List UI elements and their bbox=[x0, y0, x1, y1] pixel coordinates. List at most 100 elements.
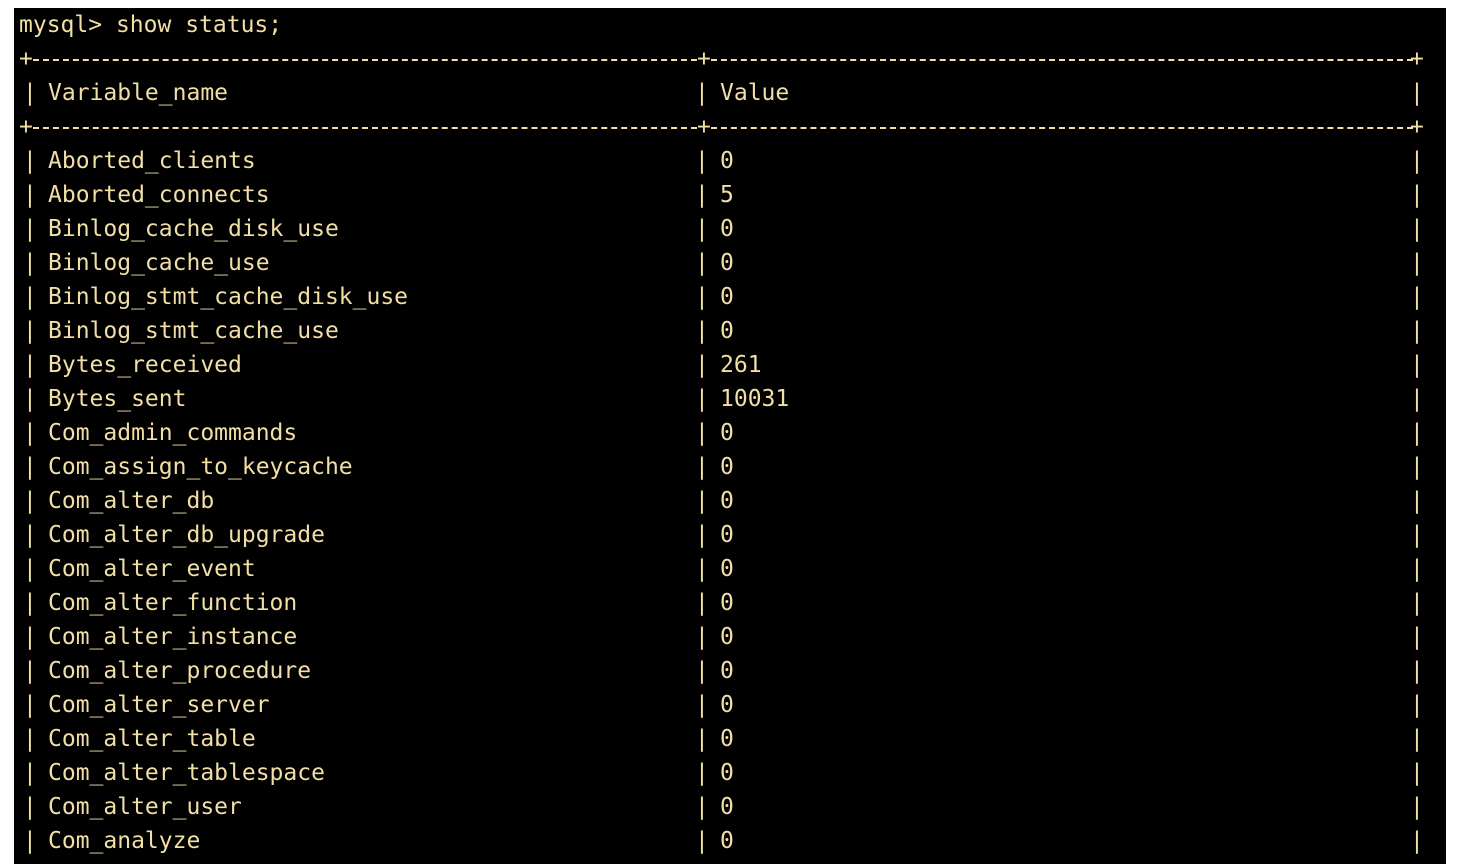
cell-separator: | bbox=[23, 556, 37, 582]
cell-separator: | bbox=[1410, 624, 1424, 650]
cell-separator: | bbox=[23, 420, 37, 446]
table-row: | Com_alter_db_upgrade | 0 | bbox=[19, 518, 1424, 552]
value-cell: 0 bbox=[720, 284, 734, 310]
table-row: | Com_alter_user | 0 | bbox=[19, 790, 1424, 824]
cell-separator: | bbox=[1410, 182, 1424, 208]
table-row: | Com_alter_function | 0 | bbox=[19, 586, 1424, 620]
value-cell: 0 bbox=[720, 760, 734, 786]
cell-separator: | bbox=[1410, 828, 1424, 854]
variable-name-cell: Com_alter_server bbox=[48, 692, 270, 718]
cell-separator: | bbox=[1410, 556, 1424, 582]
header-value: Value bbox=[720, 80, 790, 106]
variable-name-cell: Com_alter_procedure bbox=[48, 658, 312, 684]
cell-separator: | bbox=[23, 794, 37, 820]
variable-name-cell: Binlog_cache_disk_use bbox=[48, 216, 339, 242]
cell-separator: | bbox=[23, 590, 37, 616]
cell-separator: | bbox=[1410, 420, 1424, 446]
value-cell: 0 bbox=[720, 148, 734, 174]
cell-separator: | bbox=[695, 556, 709, 582]
cell-separator: | bbox=[23, 182, 37, 208]
table-row: | Bytes_received | 261 | bbox=[19, 348, 1424, 382]
variable-name-cell: Com_alter_tablespace bbox=[48, 760, 325, 786]
cell-separator: | bbox=[23, 624, 37, 650]
value-cell: 261 bbox=[720, 352, 762, 378]
cell-separator: | bbox=[23, 148, 37, 174]
value-cell: 0 bbox=[720, 794, 734, 820]
cell-separator: | bbox=[23, 828, 37, 854]
value-cell: 0 bbox=[720, 488, 734, 514]
cell-separator: | bbox=[695, 216, 709, 242]
cell-separator: | bbox=[1410, 318, 1424, 344]
variable-name-cell: Com_assign_to_keycache bbox=[48, 454, 353, 480]
table-row: | Com_alter_tablespace | 0 | bbox=[19, 756, 1424, 790]
cell-separator: | bbox=[1410, 352, 1424, 378]
table-row: | Aborted_clients | 0 | bbox=[19, 144, 1424, 178]
cell-separator: | bbox=[23, 658, 37, 684]
cell-separator: | bbox=[695, 488, 709, 514]
value-cell: 0 bbox=[720, 828, 734, 854]
value-cell: 0 bbox=[720, 216, 734, 242]
cell-separator: | bbox=[695, 386, 709, 412]
cell-separator: | bbox=[1410, 794, 1424, 820]
table-row: | Com_alter_instance | 0 | bbox=[19, 620, 1424, 654]
table-row: | Com_alter_server | 0 | bbox=[19, 688, 1424, 722]
value-cell: 0 bbox=[720, 522, 734, 548]
cell-separator: | bbox=[1410, 148, 1424, 174]
table-top-border: + + + bbox=[19, 46, 1424, 72]
variable-name-cell: Bytes_sent bbox=[48, 386, 187, 412]
cell-separator: | bbox=[695, 420, 709, 446]
cell-separator: | bbox=[1410, 488, 1424, 514]
cell-separator: | bbox=[23, 318, 37, 344]
command-text: show status; bbox=[115, 12, 283, 38]
table-header-row: | Variable_name | Value | bbox=[19, 76, 1424, 110]
variable-name-cell: Binlog_cache_use bbox=[48, 250, 270, 276]
cell-separator: | bbox=[695, 658, 709, 684]
cell-separator: | bbox=[695, 692, 709, 718]
cell-separator: | bbox=[695, 794, 709, 820]
cell-separator: | bbox=[1410, 726, 1424, 752]
variable-name-cell: Com_alter_user bbox=[48, 794, 242, 820]
table-row: | Com_assign_to_keycache | 0 | bbox=[19, 450, 1424, 484]
cell-separator: | bbox=[23, 726, 37, 752]
variable-name-cell: Binlog_stmt_cache_disk_use bbox=[48, 284, 409, 310]
table-row: | Bytes_sent | 10031 | bbox=[19, 382, 1424, 416]
value-cell: 0 bbox=[720, 454, 734, 480]
value-cell: 0 bbox=[720, 726, 734, 752]
cell-separator: | bbox=[1410, 454, 1424, 480]
cell-separator: | bbox=[1410, 284, 1424, 310]
cell-separator: | bbox=[695, 828, 709, 854]
cell-separator: | bbox=[1410, 658, 1424, 684]
cell-separator: | bbox=[23, 692, 37, 718]
cell-separator: | bbox=[695, 522, 709, 548]
prompt-line: mysql> show status; bbox=[19, 8, 282, 42]
variable-name-cell: Com_alter_function bbox=[48, 590, 298, 616]
header-variable-name: Variable_name bbox=[48, 80, 229, 106]
cell-separator: | bbox=[695, 284, 709, 310]
table-row: | Com_alter_table | 0 | bbox=[19, 722, 1424, 756]
value-cell: 0 bbox=[720, 556, 734, 582]
cell-separator: | bbox=[1410, 590, 1424, 616]
variable-name-cell: Com_analyze bbox=[48, 828, 201, 854]
table-row: | Com_alter_procedure | 0 | bbox=[19, 654, 1424, 688]
variable-name-cell: Aborted_connects bbox=[48, 182, 270, 208]
table-row: | Com_admin_commands | 0 | bbox=[19, 416, 1424, 450]
cell-separator: | bbox=[1410, 216, 1424, 242]
table-row: | Com_alter_event | 0 | bbox=[19, 552, 1424, 586]
value-cell: 0 bbox=[720, 250, 734, 276]
variable-name-cell: Bytes_received bbox=[48, 352, 242, 378]
table-row: | Aborted_connects | 5 | bbox=[19, 178, 1424, 212]
cell-separator: | bbox=[23, 386, 37, 412]
value-cell: 0 bbox=[720, 624, 734, 650]
value-cell: 10031 bbox=[720, 386, 790, 412]
cell-separator: | bbox=[1410, 760, 1424, 786]
cell-separator: | bbox=[695, 250, 709, 276]
value-cell: 0 bbox=[720, 420, 734, 446]
cell-separator: | bbox=[1410, 250, 1424, 276]
table-row: | Binlog_cache_use | 0 | bbox=[19, 246, 1424, 280]
cell-separator: | bbox=[695, 182, 709, 208]
variable-name-cell: Com_admin_commands bbox=[48, 420, 298, 446]
value-cell: 0 bbox=[720, 590, 734, 616]
variable-name-cell: Com_alter_instance bbox=[48, 624, 298, 650]
cell-separator: | bbox=[23, 454, 37, 480]
terminal-window[interactable]: mysql> show status; + + + | Variable_nam… bbox=[14, 8, 1446, 864]
